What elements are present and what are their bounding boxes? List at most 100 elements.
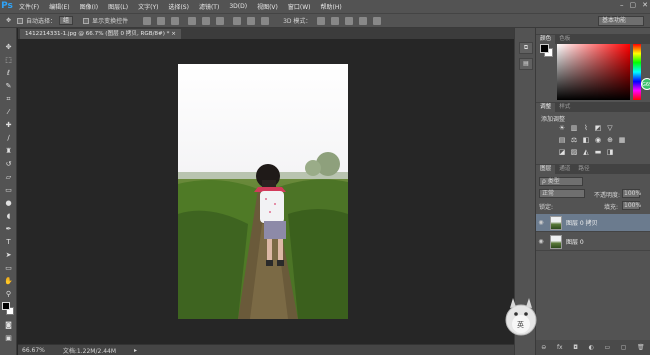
- black-white-icon[interactable]: ◧: [582, 137, 590, 144]
- new-group-icon[interactable]: ▭: [604, 344, 610, 351]
- color-balance-icon[interactable]: ⚖: [570, 137, 578, 144]
- delete-layer-icon[interactable]: 🗑: [637, 344, 645, 351]
- tab-color[interactable]: 颜色: [536, 35, 556, 44]
- lasso-tool-icon[interactable]: ℓ: [3, 68, 14, 78]
- menu-layer[interactable]: 图层(L): [103, 2, 133, 11]
- blend-mode-dropdown[interactable]: 正常: [539, 189, 585, 198]
- zoom-tool-icon[interactable]: ⚲: [3, 289, 14, 299]
- document-photo[interactable]: [178, 64, 348, 319]
- minimize-button[interactable]: –: [620, 1, 624, 9]
- threshold-icon[interactable]: ◭: [582, 149, 590, 156]
- tab-adjustments[interactable]: 调整: [536, 103, 556, 112]
- distribute-2-icon[interactable]: [247, 16, 256, 25]
- visibility-eye-icon[interactable]: ◉: [536, 238, 546, 245]
- quick-select-tool-icon[interactable]: ✎: [3, 81, 14, 91]
- canvas-area[interactable]: [18, 39, 514, 344]
- tab-close-icon[interactable]: ×: [171, 31, 176, 37]
- menu-file[interactable]: 文件(F): [14, 2, 44, 11]
- path-select-tool-icon[interactable]: ➤: [3, 250, 14, 260]
- auto-select-checkbox[interactable]: [17, 17, 24, 24]
- gradient-tool-icon[interactable]: ▭: [3, 185, 14, 195]
- status-arrow-icon[interactable]: ▸: [134, 347, 137, 354]
- distribute-icon[interactable]: [233, 16, 242, 25]
- align-center-icon[interactable]: [202, 16, 211, 25]
- layer-filter-dropdown[interactable]: ρ 类型: [539, 177, 583, 186]
- slide-3d-icon[interactable]: [359, 16, 368, 25]
- pen-tool-icon[interactable]: ✒: [3, 224, 14, 234]
- tab-paths[interactable]: 路径: [574, 165, 593, 174]
- history-panel-icon[interactable]: ⧉: [519, 42, 533, 54]
- tab-channels[interactable]: 通道: [555, 165, 574, 174]
- opacity-field[interactable]: 100%: [622, 189, 641, 198]
- transform-controls-checkbox[interactable]: [83, 17, 90, 24]
- tab-swatches[interactable]: 色板: [555, 35, 574, 44]
- menu-3d[interactable]: 3D(D): [224, 3, 252, 10]
- menu-edit[interactable]: 编辑(E): [44, 2, 74, 11]
- floating-badge[interactable]: G69: [641, 78, 650, 90]
- menu-image[interactable]: 图像(I): [75, 2, 103, 11]
- align-middle-icon[interactable]: [157, 16, 166, 25]
- layer-row-selected[interactable]: ◉ 图层 0 拷贝: [536, 214, 650, 232]
- brightness-icon[interactable]: ☀: [558, 125, 566, 132]
- scale-3d-icon[interactable]: [373, 16, 382, 25]
- hand-tool-icon[interactable]: ✋: [3, 276, 14, 286]
- marquee-tool-icon[interactable]: ⬚: [3, 55, 14, 65]
- dodge-tool-icon[interactable]: ◖: [3, 211, 14, 221]
- color-panel-fg[interactable]: [540, 44, 549, 53]
- color-field[interactable]: [557, 44, 630, 100]
- curves-icon[interactable]: ⌇: [582, 125, 590, 132]
- menu-help[interactable]: 帮助(H): [316, 2, 347, 11]
- align-left-icon[interactable]: [188, 16, 197, 25]
- distribute-3-icon[interactable]: [261, 16, 270, 25]
- zoom-level[interactable]: 66.67%: [22, 347, 45, 354]
- levels-icon[interactable]: ▥: [570, 125, 578, 132]
- eyedropper-tool-icon[interactable]: ⁄: [3, 107, 14, 117]
- history-brush-tool-icon[interactable]: ↺: [3, 159, 14, 169]
- maximize-button[interactable]: ▢: [630, 1, 637, 9]
- menu-type[interactable]: 文字(Y): [133, 2, 163, 11]
- hue-saturation-icon[interactable]: ▤: [558, 137, 566, 144]
- invert-icon[interactable]: ◪: [558, 149, 566, 156]
- photo-filter-icon[interactable]: ◉: [594, 137, 602, 144]
- eraser-tool-icon[interactable]: ▱: [3, 172, 14, 182]
- properties-panel-icon[interactable]: ▤: [519, 58, 533, 70]
- layer-row[interactable]: ◉ 图层 0: [536, 233, 650, 251]
- auto-select-dropdown[interactable]: 组: [59, 16, 74, 25]
- fill-field[interactable]: 100%: [622, 201, 641, 210]
- align-top-icon[interactable]: [143, 16, 152, 25]
- channel-mixer-icon[interactable]: ⊕: [606, 137, 614, 144]
- roll-3d-icon[interactable]: [331, 16, 340, 25]
- align-right-icon[interactable]: [216, 16, 225, 25]
- menu-view[interactable]: 视图(V): [252, 2, 283, 11]
- menu-filter[interactable]: 滤镜(T): [194, 2, 224, 11]
- crop-tool-icon[interactable]: ⌗: [3, 94, 14, 104]
- orbit-3d-icon[interactable]: [317, 16, 326, 25]
- selective-color-icon[interactable]: ◨: [606, 149, 614, 156]
- tab-layers[interactable]: 图层: [536, 165, 556, 174]
- tab-styles[interactable]: 样式: [555, 103, 574, 112]
- move-tool-icon[interactable]: ✥: [3, 42, 14, 52]
- workspace-dropdown[interactable]: 基本功能: [598, 16, 644, 26]
- menu-window[interactable]: 窗口(W): [283, 2, 316, 11]
- color-swatches[interactable]: [2, 302, 15, 316]
- new-layer-icon[interactable]: ▢: [621, 344, 627, 351]
- document-tab[interactable]: 1412214331-1.jpg @ 66.7% (图层 0 拷贝, RGB/8…: [20, 29, 181, 39]
- posterize-icon[interactable]: ▨: [570, 149, 578, 156]
- move-tool-preset[interactable]: ✥: [6, 17, 11, 24]
- screen-mode-icon[interactable]: ▣: [3, 333, 14, 343]
- close-button[interactable]: ✕: [642, 1, 648, 9]
- type-tool-icon[interactable]: T: [3, 237, 14, 247]
- foreground-swatch[interactable]: [2, 302, 10, 310]
- blur-tool-icon[interactable]: ●: [3, 198, 14, 208]
- link-layers-icon[interactable]: ⊖: [541, 344, 546, 351]
- color-lookup-icon[interactable]: ▦: [618, 137, 626, 144]
- align-bottom-icon[interactable]: [171, 16, 180, 25]
- adjustment-layer-icon[interactable]: ◐: [589, 344, 594, 351]
- brush-tool-icon[interactable]: ∕: [3, 133, 14, 143]
- exposure-icon[interactable]: ◩: [594, 125, 602, 132]
- hue-slider[interactable]: [633, 44, 641, 100]
- shape-tool-icon[interactable]: ▭: [3, 263, 14, 273]
- healing-tool-icon[interactable]: ✚: [3, 120, 14, 130]
- stamp-tool-icon[interactable]: ♜: [3, 146, 14, 156]
- pan-3d-icon[interactable]: [345, 16, 354, 25]
